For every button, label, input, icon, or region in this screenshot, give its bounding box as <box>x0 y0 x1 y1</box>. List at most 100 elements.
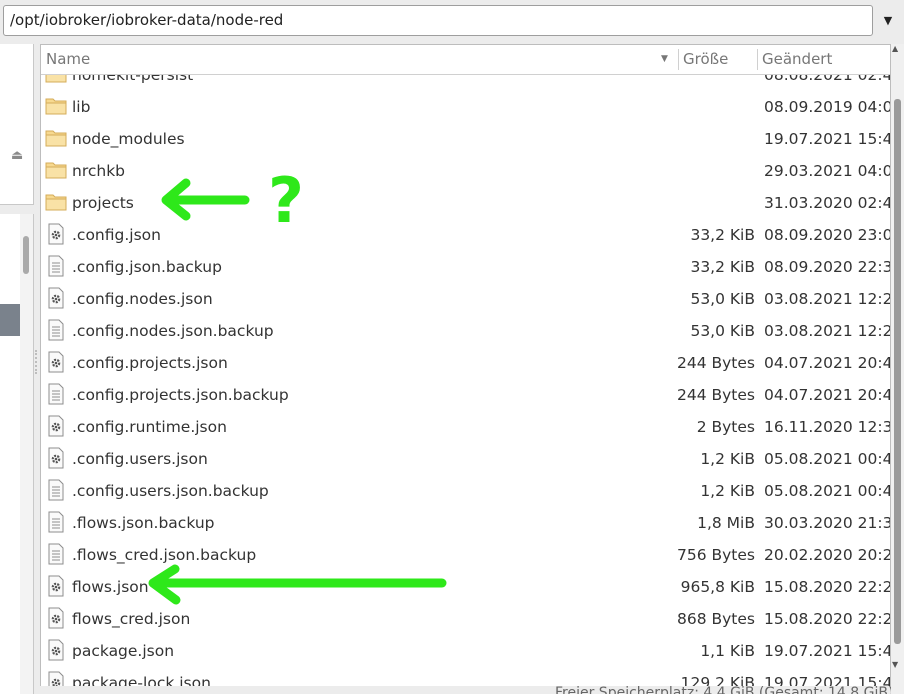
file-size: 33,2 KiB <box>690 226 755 244</box>
sort-descending-icon[interactable]: ▼ <box>661 45 668 74</box>
file-size: 1,2 KiB <box>700 450 755 468</box>
file-size: 53,0 KiB <box>690 290 755 308</box>
file-modified: 19.07.2021 15:41 <box>764 642 891 660</box>
free-space-text: Freier Speicherplatz: 4,4 GiB (Gesamt: 1… <box>555 686 891 694</box>
file-name: .config.json <box>72 226 161 244</box>
column-header: Name ▼ Größe Geändert <box>41 45 890 75</box>
tree-scrollbar-thumb[interactable] <box>23 236 29 274</box>
file-modified: 16.11.2020 12:36 <box>764 418 891 436</box>
file-row[interactable]: .config.projects.json 244 Bytes 04.07.2021… <box>41 347 890 379</box>
file-row[interactable]: nrchkb 29.03.2021 04:00 <box>41 155 890 187</box>
file-name: .flows.json.backup <box>72 514 215 532</box>
config-file-icon <box>45 639 67 661</box>
file-size: 244 Bytes <box>676 354 755 372</box>
config-file-icon <box>45 447 67 469</box>
file-list-scrollbar[interactable]: ▲ ▼ <box>891 44 904 694</box>
file-row[interactable]: .config.users.json.backup 1,2 KiB 05.08.20… <box>41 475 890 507</box>
file-row[interactable]: .flows_cred.json.backup 756 Bytes 20.02.20… <box>41 539 891 571</box>
file-size: 1,1 KiB <box>700 642 755 660</box>
file-row[interactable]: .config.json.backup 33,2 KiB 08.09.2020 22… <box>41 251 891 283</box>
file-size: 868 Bytes <box>676 610 755 628</box>
eject-icon[interactable]: ⏏ <box>11 148 23 163</box>
tree-pane <box>0 214 34 694</box>
column-divider[interactable] <box>678 49 679 70</box>
file-name: .config.users.json <box>72 450 208 468</box>
file-row[interactable]: .flows.json.backup 1,8 MiB 30.03.2020 21:3… <box>41 507 891 539</box>
file-row[interactable]: .config.nodes.json.backup 53,0 KiB 03.08.2… <box>41 315 891 347</box>
file-name: node_modules <box>72 130 185 148</box>
file-list: homekit-persist 08.08.2021 02:46 lib 08.09.… <box>40 44 891 694</box>
scroll-down-icon[interactable]: ▼ <box>892 660 898 669</box>
file-modified: 31.03.2020 02:40 <box>764 194 891 212</box>
file-rows: homekit-persist 08.08.2021 02:46 lib 08.09.… <box>41 59 891 693</box>
file-name: projects <box>72 194 134 212</box>
file-row[interactable]: flows_cred.json 868 Bytes 15.08.2020 22:27 <box>41 603 891 635</box>
file-modified: 05.08.2021 00:42 <box>764 450 891 468</box>
config-file-icon <box>45 415 67 437</box>
file-row[interactable]: node_modules 19.07.2021 15:41 <box>41 123 891 155</box>
address-bar: /opt/iobroker/iobroker-data/node-red ▼ <box>0 0 904 44</box>
file-row[interactable]: .config.runtime.json 2 Bytes 16.11.2020 12… <box>41 411 891 443</box>
config-file-icon <box>45 575 67 597</box>
file-row[interactable]: .config.nodes.json 53,0 KiB 03.08.2021 12:… <box>41 283 891 315</box>
status-bar: Freier Speicherplatz: 4,4 GiB (Gesamt: 1… <box>40 686 891 694</box>
file-size: 33,2 KiB <box>690 258 755 276</box>
file-name: .flows_cred.json.backup <box>72 546 257 564</box>
column-divider[interactable] <box>757 49 758 70</box>
file-row[interactable]: .config.projects.json.backup 244 Bytes 04.… <box>41 379 891 411</box>
config-file-icon <box>45 223 67 245</box>
file-size: 2 Bytes <box>696 418 755 436</box>
file-name: .config.runtime.json <box>72 418 227 436</box>
text-file-icon <box>45 511 67 533</box>
config-file-icon <box>45 287 67 309</box>
scrollbar-thumb[interactable] <box>894 99 901 644</box>
file-size: 53,0 KiB <box>690 322 755 340</box>
scroll-up-icon[interactable]: ▲ <box>892 44 898 53</box>
file-name: .config.projects.json.backup <box>72 386 289 404</box>
file-size: 756 Bytes <box>676 546 755 564</box>
file-name: .config.nodes.json <box>72 290 213 308</box>
file-row[interactable]: .config.json 33,2 KiB 08.09.2020 23:09 <box>41 219 891 251</box>
side-panel: ⏏ <box>0 44 34 694</box>
file-modified: 08.09.2020 22:36 <box>764 258 891 276</box>
config-file-icon <box>45 607 67 629</box>
file-name: flows.json <box>72 578 149 596</box>
file-name: flows_cred.json <box>72 610 191 628</box>
file-row[interactable]: projects 31.03.2020 02:40 <box>41 187 891 219</box>
file-modified: 15.08.2020 22:27 <box>764 578 891 596</box>
config-file-icon <box>45 351 67 373</box>
file-modified: 03.08.2021 12:28 <box>764 290 891 308</box>
column-modified[interactable]: Geändert <box>762 45 832 74</box>
column-size[interactable]: Größe <box>683 45 728 74</box>
file-name: nrchkb <box>72 162 126 180</box>
file-name: .config.json.backup <box>72 258 222 276</box>
tree-selected-item[interactable] <box>0 304 20 336</box>
folder-icon <box>45 95 67 117</box>
file-modified: 04.07.2021 20:43 <box>764 386 891 404</box>
file-name: .config.nodes.json.backup <box>72 322 274 340</box>
file-row[interactable]: .config.users.json 1,2 KiB 05.08.2021 00:4… <box>41 443 891 475</box>
text-file-icon <box>45 543 67 565</box>
text-file-icon <box>45 479 67 501</box>
folder-icon <box>45 127 67 149</box>
folder-icon <box>45 159 67 181</box>
tree-scrollbar[interactable] <box>20 214 33 694</box>
file-size: 244 Bytes <box>676 386 755 404</box>
file-modified: 19.07.2021 15:41 <box>764 130 891 148</box>
file-size: 1,2 KiB <box>700 482 755 500</box>
file-modified: 20.02.2020 20:21 <box>764 546 891 564</box>
file-row[interactable]: lib 08.09.2019 04:04 <box>41 91 891 123</box>
file-modified: 08.09.2019 04:04 <box>764 98 891 116</box>
path-input[interactable]: /opt/iobroker/iobroker-data/node-red <box>3 5 873 36</box>
file-name: lib <box>72 98 91 116</box>
file-modified: 03.08.2021 12:28 <box>764 322 891 340</box>
path-dropdown-icon[interactable]: ▼ <box>878 9 898 33</box>
folder-icon <box>45 191 67 213</box>
file-row[interactable]: flows.json 965,8 KiB 15.08.2020 22:27 <box>41 571 891 603</box>
file-row[interactable]: package.json 1,1 KiB 19.07.2021 15:41 <box>41 635 891 667</box>
file-modified: 30.03.2020 21:31 <box>764 514 891 532</box>
column-name[interactable]: Name <box>46 45 90 74</box>
file-name: .config.users.json.backup <box>72 482 269 500</box>
file-modified: 15.08.2020 22:27 <box>764 610 891 628</box>
file-modified: 08.09.2020 23:09 <box>764 226 891 244</box>
